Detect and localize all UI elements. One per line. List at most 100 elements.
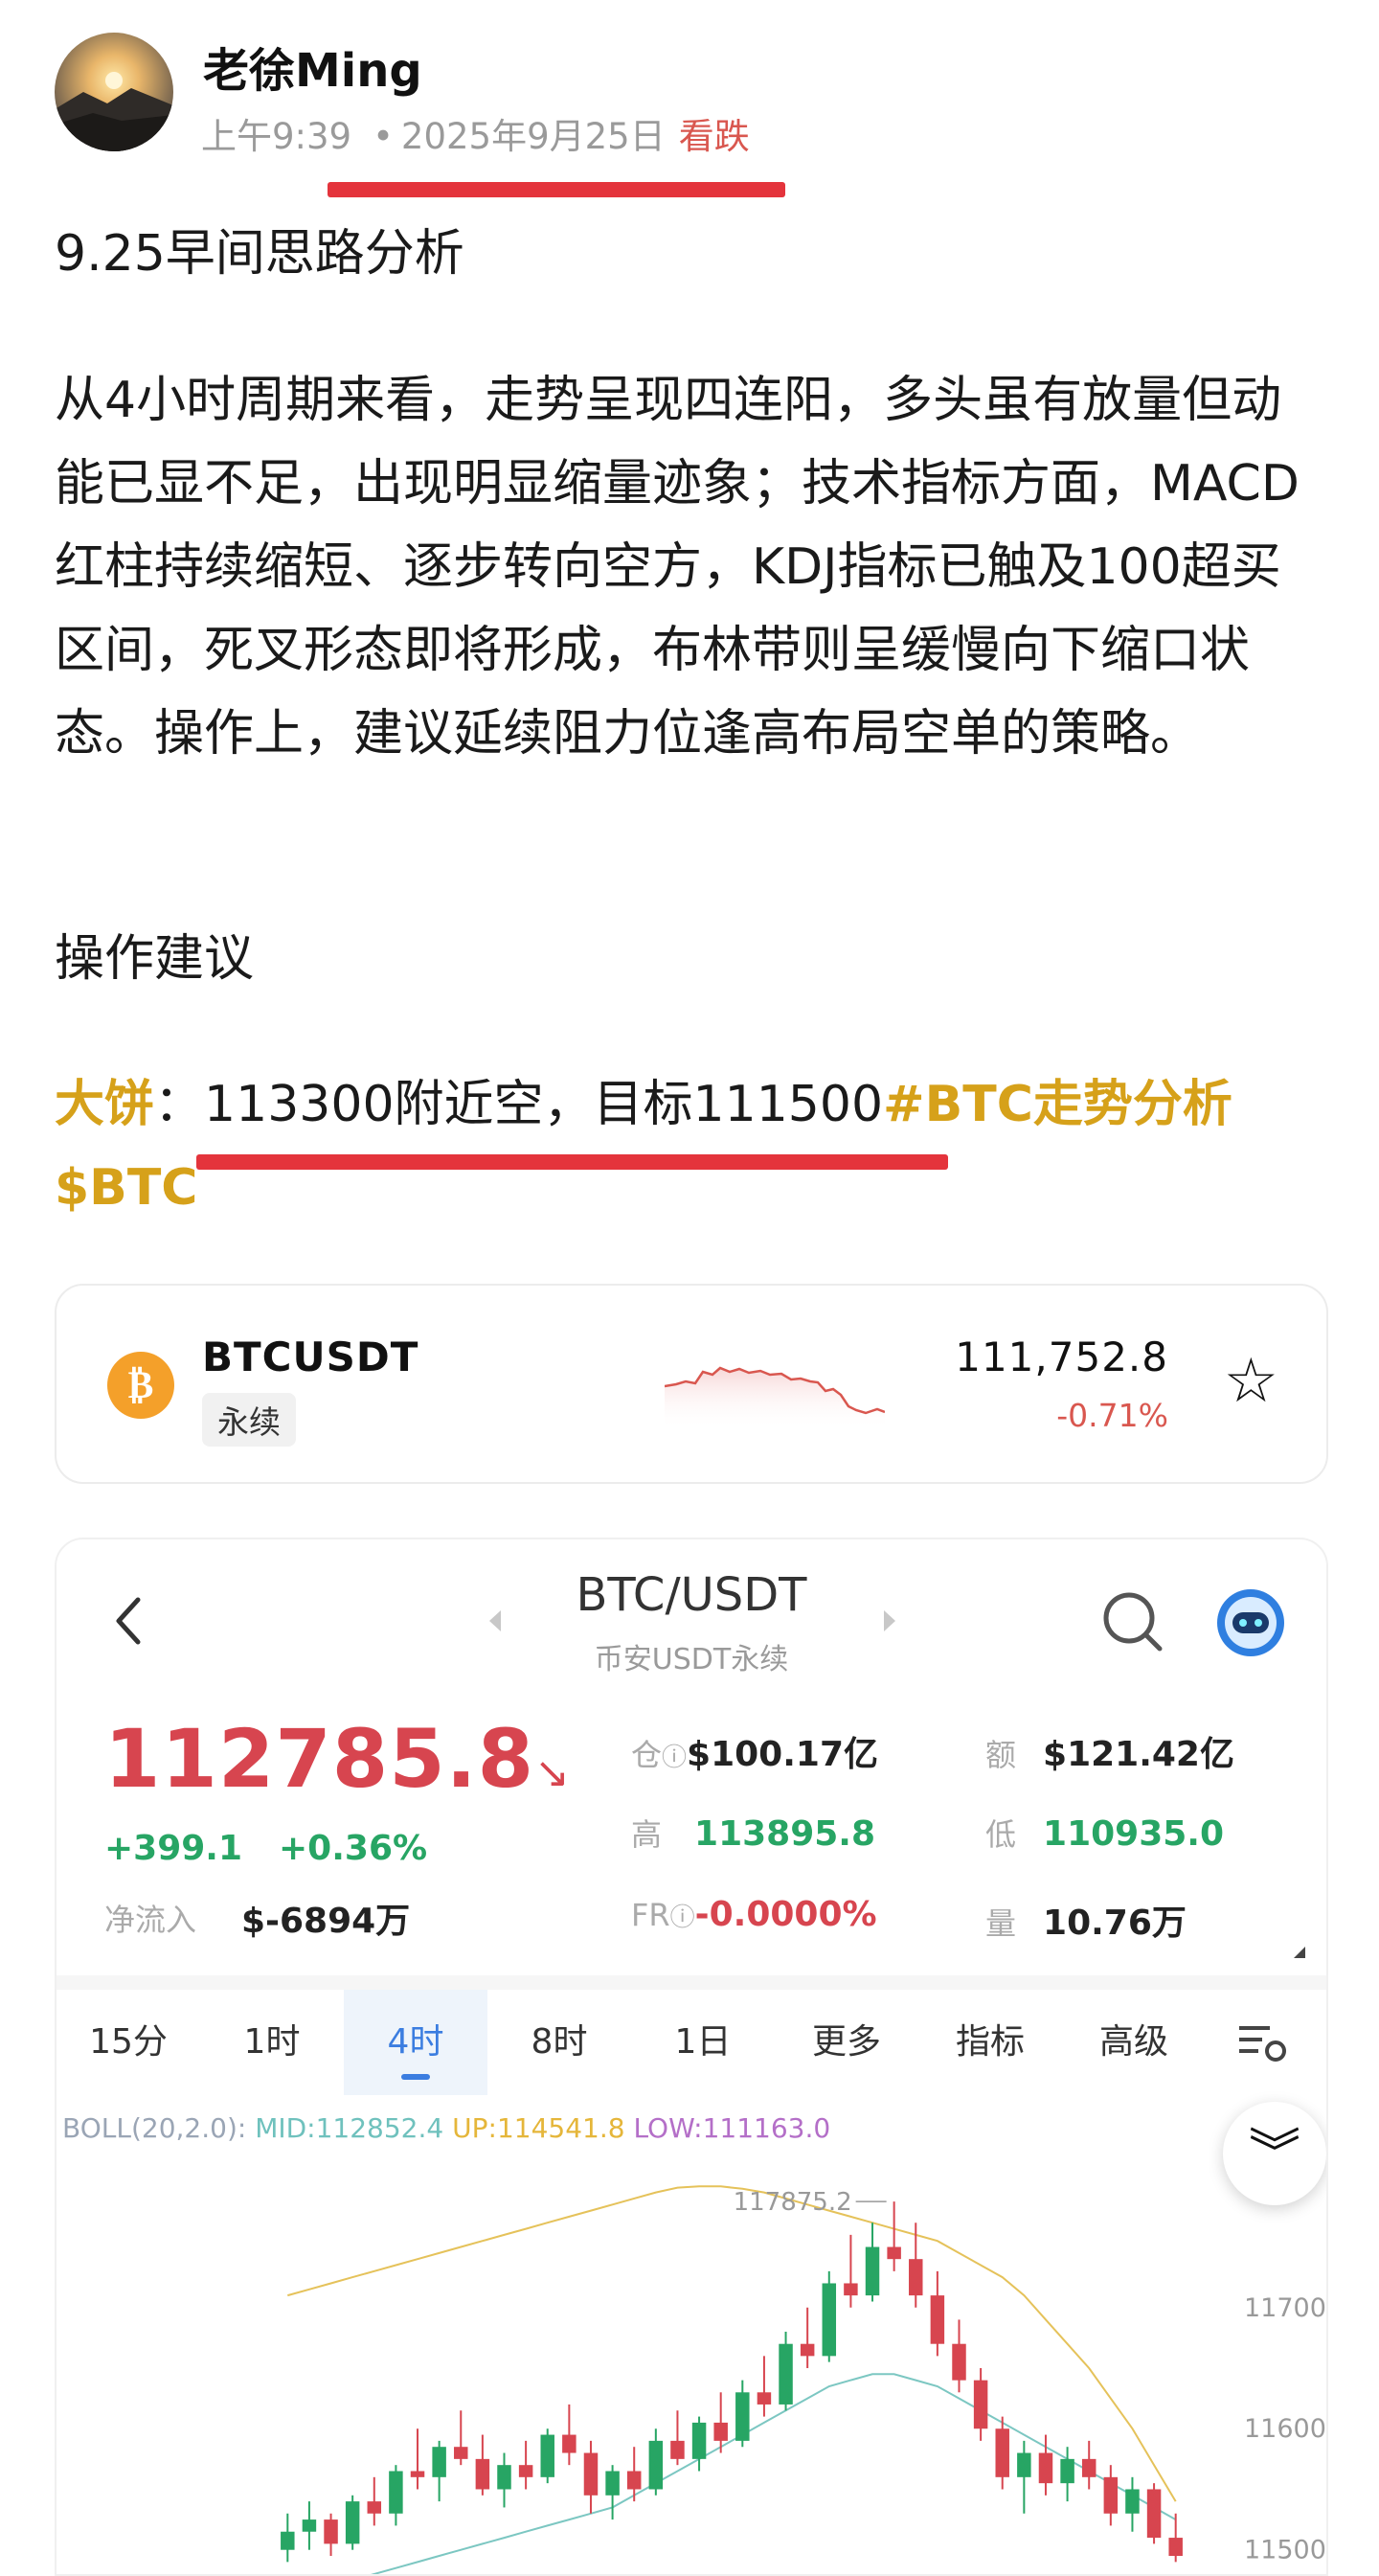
- candle-body: [497, 2465, 511, 2490]
- tab-8h[interactable]: 8时: [487, 1990, 631, 2095]
- candle-body: [281, 2531, 295, 2550]
- candle-body: [1125, 2489, 1140, 2514]
- volume-stat: 量 10.76万: [985, 1895, 1187, 1945]
- boll-label: BOLL(20,2.0):: [62, 2112, 247, 2144]
- candle-body: [389, 2471, 403, 2514]
- low-value: 110935.0: [1043, 1814, 1225, 1854]
- candle-body: [583, 2452, 599, 2496]
- avatar[interactable]: [55, 33, 173, 151]
- trade-separator: ：: [154, 1076, 205, 1133]
- candle-body: [518, 2465, 533, 2477]
- trend-arrow-icon: ↘: [534, 1748, 571, 1797]
- turnover-value: $121.42亿: [1043, 1735, 1234, 1774]
- low-stat: 低 110935.0: [985, 1811, 1224, 1855]
- candle-body: [1081, 2458, 1096, 2477]
- chart-settings-icon[interactable]: [1237, 2022, 1291, 2064]
- highlight-underline-trade: [196, 1154, 948, 1170]
- turnover-stat: 额 $121.42亿: [985, 1726, 1234, 1776]
- author-name[interactable]: 老徐Ming: [203, 33, 422, 100]
- ticker-price: 111,752.8: [955, 1334, 1168, 1380]
- search-icon[interactable]: [1100, 1589, 1167, 1656]
- candle-body: [691, 2422, 707, 2459]
- candle-body: [800, 2343, 815, 2357]
- trade-label: 大饼: [55, 1076, 155, 1133]
- y-tick-label: 117000: [1244, 2293, 1326, 2323]
- fr-value: -0.0000%: [694, 1895, 877, 1934]
- low-label: 低: [985, 1816, 1017, 1853]
- sentiment-badge: 看跌: [678, 116, 750, 157]
- candle-body: [670, 2440, 685, 2459]
- oi-stat: 仓ⓘ$100.17亿: [631, 1726, 878, 1776]
- trade-text: 113300附近空，目标111500: [204, 1076, 884, 1133]
- market-card: BTC/USDT 币安USDT永续 112785.8↘ +399.1 +0.36…: [55, 1538, 1328, 2576]
- next-pair-icon[interactable]: [880, 1607, 899, 1635]
- candle-body: [1146, 2489, 1162, 2539]
- last-price-value: 112785.8: [104, 1712, 535, 1806]
- tab-1h[interactable]: 1时: [200, 1990, 344, 2095]
- candle-body: [1168, 2538, 1183, 2557]
- candle-body: [540, 2434, 554, 2477]
- candle-body: [324, 2519, 338, 2544]
- tab-indicators[interactable]: 指标: [918, 1990, 1062, 2095]
- tab-more[interactable]: 更多: [775, 1990, 918, 2095]
- boll-up: UP:114541.8: [452, 2112, 625, 2144]
- boll-low: LOW:111163.0: [633, 2112, 831, 2144]
- star-icon[interactable]: ☆: [1224, 1351, 1278, 1412]
- netflow-value: $-6894万: [241, 1902, 411, 1941]
- timeframe-tabs: 15分 1时 4时 8时 1日 更多 指标 高级: [57, 1990, 1326, 2095]
- candle-body: [735, 2392, 750, 2441]
- last-price: 112785.8↘: [104, 1712, 571, 1806]
- ticker-card[interactable]: ₿ BTCUSDT 永续 111,752.8 -0.71% ☆: [55, 1284, 1328, 1484]
- suggestion-heading: 操作建议: [55, 930, 255, 988]
- tab-advanced[interactable]: 高级: [1062, 1990, 1206, 2095]
- fr-stat: FRⓘ-0.0000%: [631, 1895, 877, 1934]
- active-tab-indicator: [401, 2074, 430, 2080]
- candle-body: [475, 2458, 490, 2490]
- info-icon[interactable]: ⓘ: [662, 1744, 687, 1772]
- max-price-label: 117875.2: [734, 2188, 852, 2217]
- cashtag-link[interactable]: $BTC: [55, 1159, 197, 1217]
- candle-body: [648, 2440, 664, 2490]
- candle-body: [1103, 2476, 1119, 2514]
- bitcoin-icon: ₿: [107, 1352, 174, 1419]
- candle-body: [822, 2283, 837, 2357]
- candle-body: [432, 2447, 446, 2477]
- candle-body: [410, 2471, 425, 2477]
- post-title: 9.25早间思路分析: [55, 225, 464, 283]
- y-tick-label: 115000: [1244, 2536, 1326, 2565]
- candle-body: [626, 2471, 642, 2490]
- candle-body: [930, 2295, 945, 2344]
- boll-mid: MID:112852.4: [255, 2112, 444, 2144]
- candle-body: [302, 2519, 317, 2532]
- candle-body: [605, 2471, 620, 2496]
- candle-body: [1017, 2452, 1031, 2477]
- corner-marker: [1294, 1947, 1305, 1958]
- candle-body: [952, 2343, 966, 2381]
- candle-body: [865, 2246, 880, 2296]
- collapse-chevron-icon[interactable]: ︾: [1223, 2102, 1326, 2205]
- post-meta: 上午9:39 • 2025年9月25日 看跌: [201, 116, 750, 157]
- turnover-label: 额: [985, 1737, 1017, 1773]
- post-body: 从4小时周期来看，走势呈现四连阳，多头虽有放量但动能已显不足，出现明显缩量迹象；…: [55, 372, 1300, 763]
- tab-15m[interactable]: 15分: [57, 1990, 200, 2095]
- high-stat: 高 113895.8: [631, 1811, 875, 1855]
- candlestick-chart[interactable]: 117875.2 117000 116000 115000: [57, 2162, 1326, 2574]
- change-pct: +0.36%: [279, 1829, 428, 1868]
- candle-body: [757, 2392, 772, 2405]
- candle-body: [844, 2283, 858, 2296]
- assistant-icon[interactable]: [1215, 1587, 1286, 1658]
- y-tick-label: 116000: [1244, 2414, 1326, 2444]
- candle-body: [973, 2380, 988, 2429]
- oi-label: 仓: [631, 1737, 663, 1773]
- candle-body: [995, 2428, 1009, 2477]
- volume-value: 10.76万: [1043, 1904, 1187, 1943]
- candle-body: [779, 2343, 793, 2405]
- oi-value: $100.17亿: [687, 1735, 879, 1774]
- tab-1d[interactable]: 1日: [631, 1990, 775, 2095]
- hashtag-link[interactable]: #BTC走势分析: [883, 1076, 1232, 1133]
- fr-info-icon[interactable]: ⓘ: [670, 1904, 695, 1932]
- candle-body: [887, 2246, 901, 2260]
- candle-body: [345, 2501, 360, 2544]
- fr-label: FR: [631, 1897, 670, 1933]
- candle-body: [713, 2422, 728, 2441]
